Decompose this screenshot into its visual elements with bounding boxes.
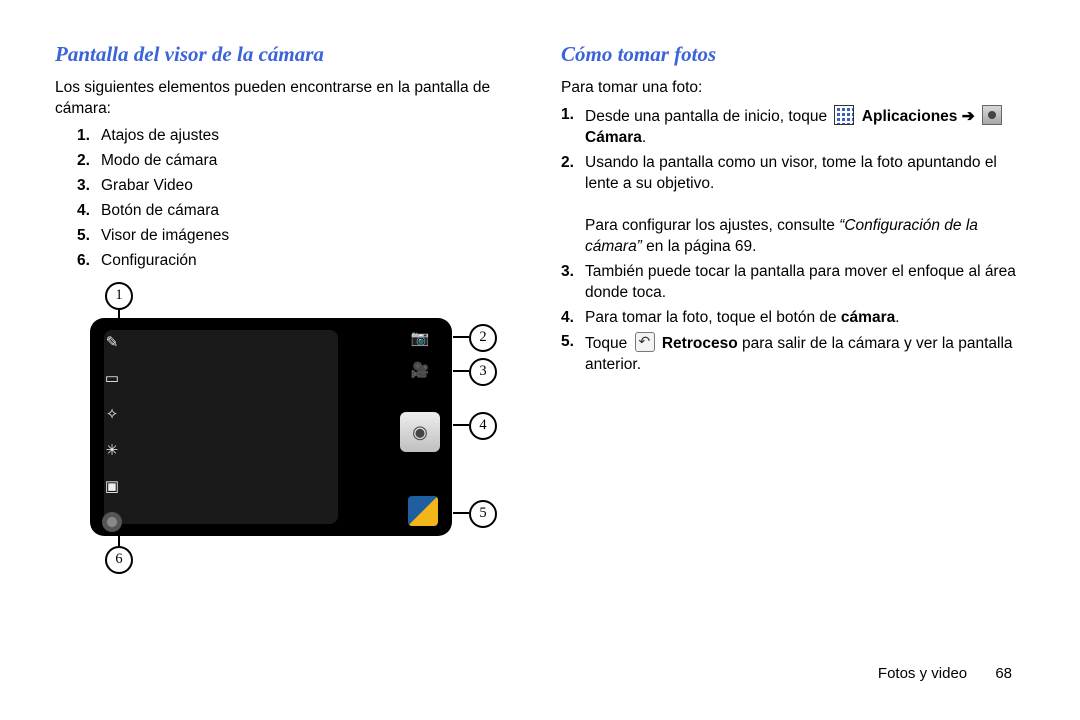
item-text: Atajos de ajustes xyxy=(101,126,519,147)
page-number: 68 xyxy=(995,665,1012,682)
viewfinder-legend: 1.Atajos de ajustes 2.Modo de cámara 3.G… xyxy=(55,126,519,272)
step-text: También puede tocar la pantalla para mov… xyxy=(585,262,1025,304)
howto-steps: 1. Desde una pantalla de inicio, toque A… xyxy=(561,105,1025,376)
settings-gear-icon xyxy=(102,512,122,532)
preview-area xyxy=(104,330,338,524)
arrow-icon: ➔ xyxy=(962,108,979,125)
heading-howto: Cómo tomar fotos xyxy=(561,40,1025,68)
item-text: Modo de cámara xyxy=(101,151,519,172)
step-text: Usando la pantalla como un visor, tome l… xyxy=(585,153,1025,258)
item-num: 3. xyxy=(77,176,101,197)
text: en la página 69. xyxy=(642,238,757,255)
item-text: Botón de cámara xyxy=(101,201,519,222)
mode-icon: ▭ xyxy=(101,368,123,390)
bold-text: cámara xyxy=(841,309,895,326)
step-text: Para tomar la foto, toque el botón de cá… xyxy=(585,308,1025,329)
back-label: Retroceso xyxy=(662,335,738,352)
video-mode-icon: 🎥 xyxy=(408,360,432,382)
image-viewer-thumb xyxy=(408,496,438,526)
back-icon xyxy=(635,332,655,352)
apps-label: Aplicaciones xyxy=(862,108,958,125)
step-num: 5. xyxy=(561,332,585,376)
page-footer: Fotos y video 68 xyxy=(878,664,1012,684)
callout-3: 3 xyxy=(469,358,497,386)
item-text: Grabar Video xyxy=(101,176,519,197)
callout-lead xyxy=(453,424,469,426)
shutter-button-icon: ◉ xyxy=(400,412,440,452)
callout-2: 2 xyxy=(469,324,497,352)
text: . xyxy=(895,309,899,326)
apps-grid-icon xyxy=(834,105,854,125)
callout-6: 6 xyxy=(105,546,133,574)
text: Para tomar la foto, toque el botón de xyxy=(585,309,841,326)
selfportrait-icon: ✎ xyxy=(101,332,123,354)
heading-viewfinder: Pantalla del visor de la cámara xyxy=(55,40,519,68)
step-num: 4. xyxy=(561,308,585,329)
text: Usando la pantalla como un visor, tome l… xyxy=(585,154,997,192)
effects-icon: ✳ xyxy=(101,440,123,462)
section-name: Fotos y video xyxy=(878,665,967,682)
text: Para configurar los ajustes, consulte xyxy=(585,217,839,234)
step-num: 1. xyxy=(561,105,585,149)
text: Toque xyxy=(585,335,632,352)
capture-column: 📷 🎥 ◉ xyxy=(396,328,444,452)
step-num: 2. xyxy=(561,153,585,258)
callout-1: 1 xyxy=(105,282,133,310)
item-num: 4. xyxy=(77,201,101,222)
intro-right: Para tomar una foto: xyxy=(561,78,1025,99)
callout-4: 4 xyxy=(469,412,497,440)
item-num: 2. xyxy=(77,151,101,172)
item-num: 5. xyxy=(77,226,101,247)
text: . xyxy=(642,129,646,146)
step-num: 3. xyxy=(561,262,585,304)
camera-app-icon xyxy=(982,105,1002,125)
camera-viewfinder: ✎ ▭ ✧ ✳ ▣ 📷 🎥 ◉ xyxy=(90,318,452,536)
callout-5: 5 xyxy=(469,500,497,528)
settings-shortcut-bar: ✎ ▭ ✧ ✳ ▣ xyxy=(94,332,130,532)
item-text: Configuración xyxy=(101,251,519,272)
step-text: Toque Retroceso para salir de la cámara … xyxy=(585,332,1025,376)
step-text: Desde una pantalla de inicio, toque Apli… xyxy=(585,105,1025,149)
callout-lead xyxy=(453,336,469,338)
camera-mode-icon: 📷 xyxy=(408,328,432,350)
item-num: 6. xyxy=(77,251,101,272)
item-num: 1. xyxy=(77,126,101,147)
viewfinder-figure: 1 2 3 4 5 6 ✎ ▭ ✧ xyxy=(55,282,475,602)
intro-left: Los siguientes elementos pueden encontra… xyxy=(55,78,519,120)
flash-off-icon: ✧ xyxy=(101,404,123,426)
camera-label: Cámara xyxy=(585,129,642,146)
callout-lead xyxy=(453,370,469,372)
exposure-icon: ▣ xyxy=(101,476,123,498)
text: Desde una pantalla de inicio, toque xyxy=(585,108,831,125)
item-text: Visor de imágenes xyxy=(101,226,519,247)
callout-lead xyxy=(453,512,469,514)
